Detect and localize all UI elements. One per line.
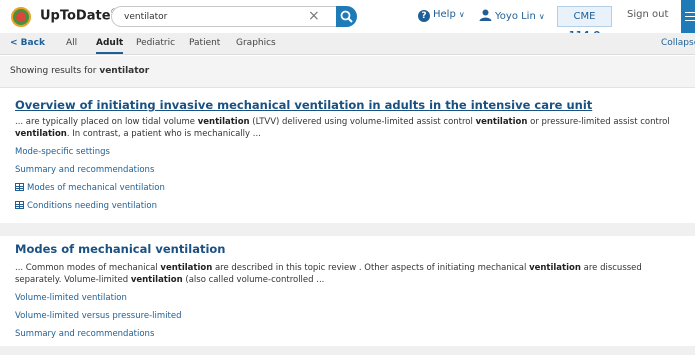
search-input[interactable]	[124, 10, 304, 24]
filter-tab-bar: < Back All Adult Pediatric Patient Graph…	[0, 33, 695, 55]
help-label: Help	[433, 9, 456, 20]
tab-adult[interactable]: Adult	[96, 38, 124, 54]
sign-out-link[interactable]: Sign out	[627, 9, 668, 20]
collapse-button[interactable]: Collapse	[661, 38, 695, 48]
result-title-link[interactable]: Overview of initiating invasive mechanic…	[15, 98, 592, 112]
result-section-link[interactable]: Volume-limited ventilation	[15, 293, 127, 303]
result-graphic-link[interactable]: Conditions needing ventilation	[15, 201, 157, 211]
search-result: Overview of initiating invasive mechanic…	[0, 88, 695, 223]
result-section-link[interactable]: Mode-specific settings	[15, 147, 110, 157]
tab-pediatric[interactable]: Pediatric	[136, 38, 175, 48]
help-menu[interactable]: ? Help ∨	[418, 9, 465, 22]
table-icon	[15, 183, 24, 191]
result-snippet: ... are typically placed on low tidal vo…	[15, 117, 670, 139]
result-divider	[0, 346, 695, 355]
cme-label: CME	[573, 11, 596, 22]
result-snippet: ... Common modes of mechanical ventilati…	[15, 263, 642, 285]
result-divider	[0, 223, 695, 236]
menu-icon	[685, 12, 695, 13]
search-result: Modes of mechanical ventilation ... Comm…	[0, 236, 695, 346]
search-button[interactable]	[336, 6, 357, 27]
tab-all[interactable]: All	[66, 38, 77, 48]
search-summary-prefix: Showing results for	[10, 66, 97, 76]
cme-credits-button[interactable]: CME 114.0	[557, 6, 612, 41]
chevron-down-icon: ∨	[458, 10, 465, 19]
app-logo-text[interactable]: UpToDate®	[40, 8, 118, 23]
table-icon	[15, 201, 24, 209]
chevron-down-icon: ∨	[538, 12, 545, 21]
search-summary: Showing results for ventilator	[0, 56, 695, 88]
menu-button[interactable]	[681, 0, 695, 33]
user-icon	[479, 9, 492, 21]
back-button[interactable]: < Back	[10, 38, 45, 48]
search-icon	[340, 10, 353, 23]
result-section-link[interactable]: Summary and recommendations	[15, 165, 154, 175]
help-icon: ?	[418, 10, 430, 22]
user-name: Yoyo Lin	[495, 11, 536, 22]
result-section-link[interactable]: Volume-limited versus pressure-limited	[15, 311, 182, 321]
clear-search-icon[interactable]: ×	[308, 8, 320, 24]
result-graphic-link[interactable]: Modes of mechanical ventilation	[15, 183, 165, 193]
result-title-link[interactable]: Modes of mechanical ventilation	[15, 242, 225, 256]
tab-patient[interactable]: Patient	[189, 38, 220, 48]
search-box: ×	[111, 6, 336, 27]
search-summary-term: ventilator	[99, 66, 150, 76]
top-header: UpToDate® × ?Help∨ Yoyo Lin∨ CME 114.0 S…	[0, 0, 695, 41]
user-menu[interactable]: Yoyo Lin ∨	[479, 9, 545, 22]
tab-graphics[interactable]: Graphics	[236, 38, 276, 48]
result-section-link[interactable]: Summary and recommendations	[15, 329, 154, 339]
uptodate-logo-icon[interactable]	[11, 7, 31, 27]
